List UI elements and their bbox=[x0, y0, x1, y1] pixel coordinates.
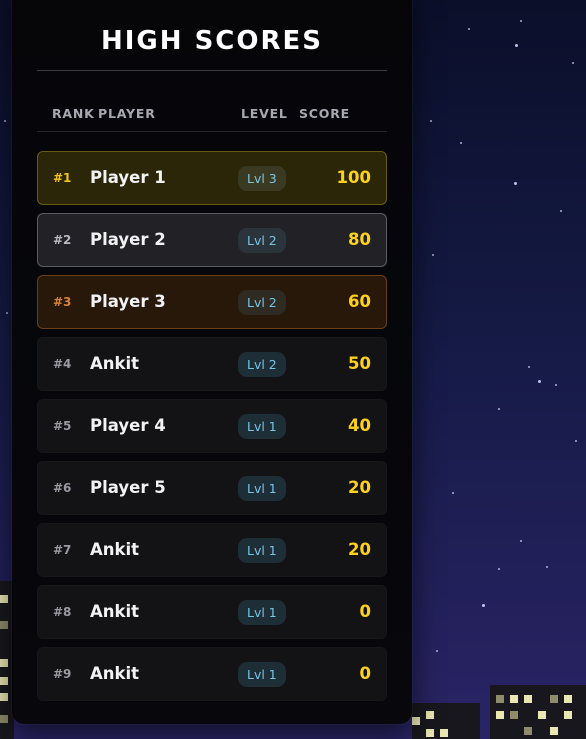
star bbox=[514, 182, 517, 185]
star bbox=[498, 408, 500, 410]
level-badge: Lvl 2 bbox=[238, 352, 286, 377]
score-value: 0 bbox=[359, 664, 371, 683]
level-badge: Lvl 2 bbox=[238, 290, 286, 315]
building-window bbox=[564, 711, 572, 719]
page-title: HIGH SCORES bbox=[100, 26, 323, 56]
score-row: #5 Player 4 Lvl 1 40 bbox=[37, 399, 387, 453]
score-value: 20 bbox=[348, 540, 371, 559]
score-value: 20 bbox=[348, 478, 371, 497]
score-value: 60 bbox=[348, 292, 371, 311]
level-badge: Lvl 1 bbox=[238, 538, 286, 563]
star bbox=[430, 120, 432, 122]
rank-label: #8 bbox=[53, 605, 72, 619]
column-header-player: PLAYER bbox=[98, 106, 156, 121]
player-name: Player 3 bbox=[90, 292, 166, 311]
level-badge: Lvl 1 bbox=[238, 600, 286, 625]
player-name: Ankit bbox=[90, 664, 140, 683]
building-window bbox=[550, 727, 558, 735]
rank-label: #1 bbox=[53, 171, 72, 185]
player-name: Ankit bbox=[90, 540, 140, 559]
star bbox=[460, 142, 462, 144]
star bbox=[572, 62, 574, 64]
building-window bbox=[550, 695, 558, 703]
building-window bbox=[524, 695, 532, 703]
star bbox=[515, 44, 518, 47]
building bbox=[490, 685, 586, 739]
building-window bbox=[538, 711, 546, 719]
high-scores-panel: HIGH SCORES RANK PLAYER LEVEL SCORE #1 P… bbox=[12, 0, 412, 724]
player-name: Ankit bbox=[90, 602, 140, 621]
column-header-score: SCORE bbox=[299, 106, 350, 121]
score-row: #9 Ankit Lvl 1 0 bbox=[37, 647, 387, 701]
building-window bbox=[496, 711, 504, 719]
player-name: Player 1 bbox=[90, 168, 166, 187]
building-window bbox=[510, 695, 518, 703]
star bbox=[575, 440, 577, 442]
score-row: #2 Player 2 Lvl 2 80 bbox=[37, 213, 387, 267]
player-name: Ankit bbox=[90, 354, 140, 373]
rank-label: #4 bbox=[53, 357, 72, 371]
star bbox=[6, 312, 8, 314]
score-row: #3 Player 3 Lvl 2 60 bbox=[37, 275, 387, 329]
column-header-level: LEVEL bbox=[241, 106, 288, 121]
building-window bbox=[0, 659, 8, 667]
score-row: #6 Player 5 Lvl 1 20 bbox=[37, 461, 387, 515]
star bbox=[452, 492, 454, 494]
score-value: 40 bbox=[348, 416, 371, 435]
column-header-rank: RANK bbox=[52, 106, 95, 121]
player-name: Player 4 bbox=[90, 416, 166, 435]
star bbox=[555, 384, 557, 386]
rank-label: #3 bbox=[53, 295, 72, 309]
building-window bbox=[426, 711, 434, 719]
star bbox=[432, 254, 434, 256]
building-window bbox=[0, 715, 8, 723]
star bbox=[546, 566, 548, 568]
building-window bbox=[524, 727, 532, 735]
score-value: 50 bbox=[348, 354, 371, 373]
score-row: #4 Ankit Lvl 2 50 bbox=[37, 337, 387, 391]
level-badge: Lvl 1 bbox=[238, 662, 286, 687]
star bbox=[520, 20, 522, 22]
star bbox=[4, 120, 6, 122]
building-window bbox=[426, 729, 434, 737]
rank-label: #5 bbox=[53, 419, 72, 433]
score-value: 80 bbox=[348, 230, 371, 249]
building-window bbox=[496, 695, 504, 703]
building-window bbox=[412, 717, 420, 725]
building-window bbox=[0, 693, 8, 701]
player-name: Player 5 bbox=[90, 478, 166, 497]
star bbox=[538, 380, 541, 383]
header-divider bbox=[37, 131, 387, 132]
rank-label: #7 bbox=[53, 543, 72, 557]
rank-label: #2 bbox=[53, 233, 72, 247]
building-window bbox=[440, 729, 448, 737]
star bbox=[468, 28, 470, 30]
score-row: #7 Ankit Lvl 1 20 bbox=[37, 523, 387, 577]
level-badge: Lvl 3 bbox=[238, 166, 286, 191]
building-window bbox=[564, 695, 572, 703]
building-window bbox=[0, 595, 8, 603]
star bbox=[528, 366, 530, 368]
score-row: #8 Ankit Lvl 1 0 bbox=[37, 585, 387, 639]
score-row: #1 Player 1 Lvl 3 100 bbox=[37, 151, 387, 205]
building bbox=[412, 703, 480, 739]
rank-label: #6 bbox=[53, 481, 72, 495]
star bbox=[560, 210, 562, 212]
score-value: 100 bbox=[336, 168, 371, 187]
title-divider bbox=[37, 70, 387, 71]
star bbox=[520, 540, 522, 542]
level-badge: Lvl 2 bbox=[238, 228, 286, 253]
level-badge: Lvl 1 bbox=[238, 414, 286, 439]
level-badge: Lvl 1 bbox=[238, 476, 286, 501]
rank-label: #9 bbox=[53, 667, 72, 681]
building-window bbox=[510, 711, 518, 719]
player-name: Player 2 bbox=[90, 230, 166, 249]
building-window bbox=[0, 621, 8, 629]
score-value: 0 bbox=[359, 602, 371, 621]
building-window bbox=[0, 677, 8, 685]
